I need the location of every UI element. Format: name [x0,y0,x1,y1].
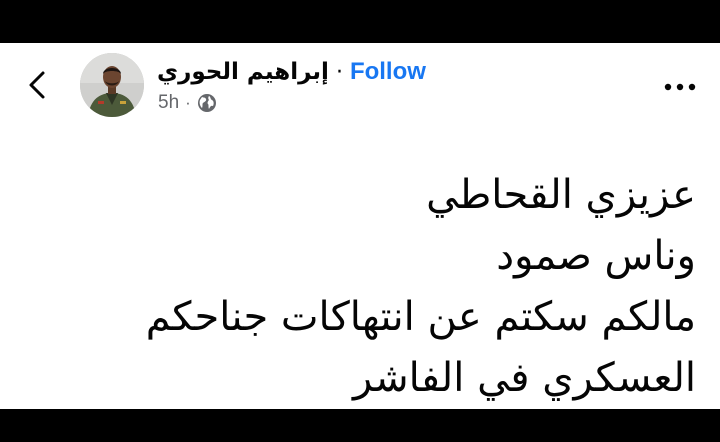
post-card: إبراهيم الحوري · Follow 5h · عزيزي القحا… [0,43,720,409]
post-header: إبراهيم الحوري · Follow [157,57,426,87]
avatar[interactable] [80,53,144,117]
post-body: عزيزي القحاطي وناس صمود مالكم سكتم عن ان… [16,165,696,409]
post-body-line: وناس صمود [496,233,696,279]
top-letterbox [0,0,720,43]
header-separator: · [335,59,343,85]
globe-icon [197,93,217,113]
more-options-button[interactable] [662,75,698,99]
ellipsis-icon [664,83,696,91]
follow-button[interactable]: Follow [350,58,426,86]
meta-separator: · [185,93,191,112]
post-body-line: مالكم سكتم عن انتهاكات جناحكم [145,294,696,340]
post-timestamp[interactable]: 5h [158,92,179,114]
profile-photo [80,53,144,117]
chevron-left-icon [29,71,45,99]
post-body-line: العسكري في الفاشر [353,355,696,401]
author-name[interactable]: إبراهيم الحوري [157,59,329,85]
back-button[interactable] [22,69,54,101]
bottom-letterbox [0,409,720,442]
post-meta: 5h · [158,91,217,115]
post-body-line: عزيزي القحاطي [426,172,696,218]
